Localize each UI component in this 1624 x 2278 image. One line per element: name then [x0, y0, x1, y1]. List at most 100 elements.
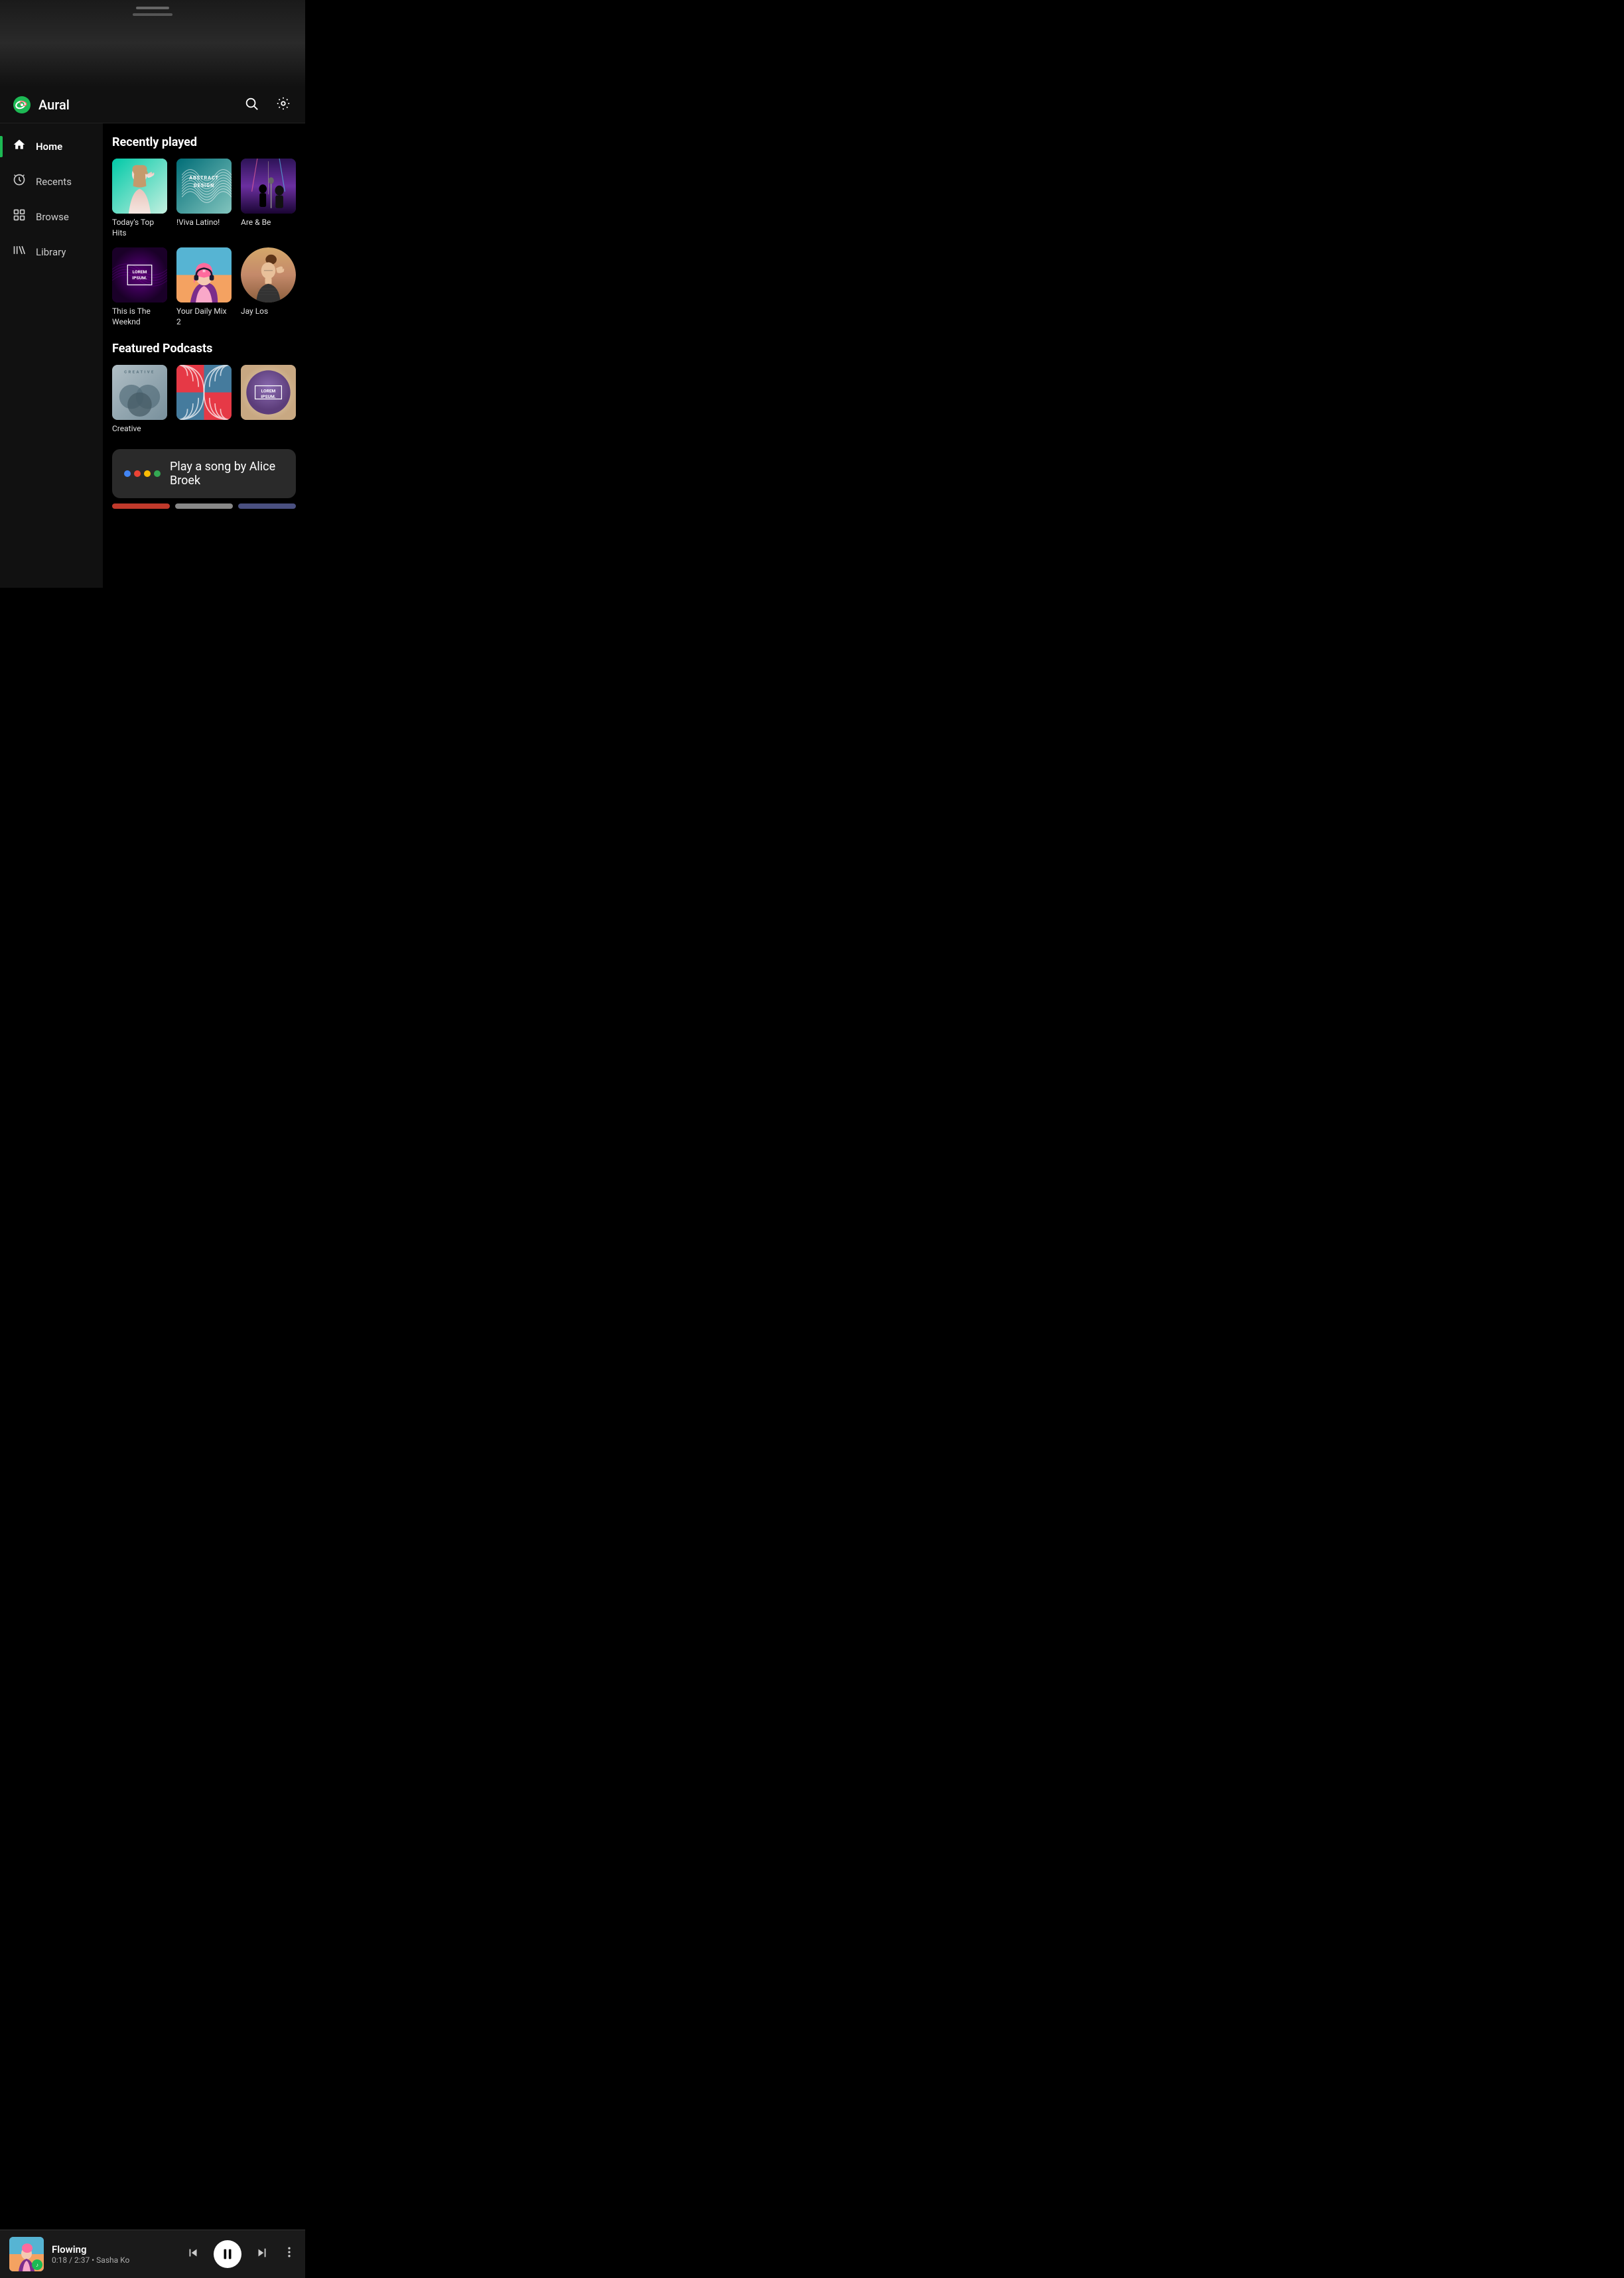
- svg-text:LOREM: LOREM: [133, 269, 147, 275]
- featured-podcasts-section: Featured Podcasts: [112, 342, 296, 435]
- tth-artwork: [112, 159, 167, 214]
- album-cover-jay: [241, 247, 296, 302]
- app-logo: Aural: [12, 95, 241, 115]
- app-logo-icon: [12, 95, 32, 115]
- skip-back-icon: [186, 2245, 200, 2260]
- podcast-cover-2: [176, 365, 232, 420]
- album-item-tth[interactable]: Today's Top Hits: [112, 159, 167, 238]
- pod1-artwork: CREATIVE: [112, 365, 167, 420]
- sidebar-item-browse[interactable]: Browse: [0, 199, 103, 234]
- album-item-vl[interactable]: ABSTRACT DESIGN !Viva Latino!: [176, 159, 232, 238]
- bottom-tab-bar: [112, 503, 296, 509]
- recently-played-grid: Today's Top Hits: [112, 159, 296, 327]
- pod3-artwork: LOREM IPSUM.: [241, 365, 296, 420]
- pod2-artwork: [176, 365, 232, 420]
- podcast-item-2[interactable]: [176, 365, 232, 435]
- sidebar-item-label-library: Library: [36, 246, 66, 258]
- podcast-cover-1: CREATIVE: [112, 365, 167, 420]
- gear-icon: [276, 96, 291, 111]
- album-label-vl: !Viva Latino!: [176, 218, 232, 228]
- album-label-tth: Today's Top Hits: [112, 218, 167, 238]
- vl-artwork: ABSTRACT DESIGN: [176, 159, 232, 214]
- now-playing-meta: 0:18 / 2:37 • Sasha Ko: [52, 2255, 175, 2265]
- more-vertical-icon: [283, 2245, 296, 2259]
- sidebar: Home Recents Browse: [0, 123, 103, 588]
- album-label-ydm: Your Daily Mix 2: [176, 306, 232, 327]
- now-playing-bar: ♪ Flowing 0:18 / 2:37 • Sasha Ko: [0, 2230, 305, 2278]
- sidebar-item-library[interactable]: Library: [0, 234, 103, 269]
- assistant-dot-red: [134, 470, 141, 477]
- recently-played-section: Recently played: [112, 135, 296, 327]
- content-area: Recently played: [103, 123, 305, 588]
- svg-text:H: H: [202, 270, 205, 274]
- now-playing-title: Flowing: [52, 2244, 175, 2255]
- now-playing-info: Flowing 0:18 / 2:37 • Sasha Ko: [52, 2244, 175, 2265]
- featured-podcasts-grid: CREATIVE Creative: [112, 365, 296, 435]
- svg-text:LOREM: LOREM: [261, 389, 276, 394]
- app-header: Aural: [0, 86, 305, 123]
- sidebar-item-home[interactable]: Home: [0, 129, 103, 164]
- weeknd-artwork: LOREM IPSUM.: [112, 247, 167, 302]
- assistant-dots: [124, 470, 161, 477]
- now-playing-controls: [183, 2240, 296, 2268]
- album-cover-ab: [241, 159, 296, 214]
- album-item-weeknd[interactable]: LOREM IPSUM. This is The Weeknd: [112, 247, 167, 327]
- sidebar-item-label-recents: Recents: [36, 176, 72, 188]
- recently-played-title: Recently played: [112, 135, 296, 149]
- assistant-dot-blue: [124, 470, 131, 477]
- now-playing-album-art: ♪: [9, 2237, 44, 2271]
- skip-back-button[interactable]: [183, 2243, 203, 2266]
- home-icon: [12, 138, 27, 155]
- drag-handle: [136, 7, 169, 9]
- np-album-badge: ♪: [32, 2259, 42, 2270]
- top-background: [0, 0, 305, 86]
- album-cover-tth: [112, 159, 167, 214]
- album-label-jay: Jay Los: [241, 306, 296, 317]
- pause-icon: [220, 2247, 235, 2261]
- album-label-weeknd: This is The Weeknd: [112, 306, 167, 327]
- assistant-prompt-text: Play a song by Alice Broek: [170, 460, 284, 488]
- podcast-item-3[interactable]: LOREM IPSUM.: [241, 365, 296, 435]
- main-layout: Home Recents Browse: [0, 123, 305, 588]
- library-icon: [12, 243, 27, 260]
- sidebar-item-label-browse: Browse: [36, 211, 69, 223]
- album-cover-vl: ABSTRACT DESIGN: [176, 159, 232, 214]
- search-button[interactable]: [241, 94, 261, 115]
- sidebar-item-recents[interactable]: Recents: [0, 164, 103, 199]
- svg-text:DESIGN: DESIGN: [194, 182, 214, 188]
- bottom-tab-blue: [238, 503, 296, 509]
- bottom-tab-grey: [175, 503, 233, 509]
- svg-text:CREATIVE: CREATIVE: [124, 371, 155, 375]
- header-actions: [241, 94, 293, 115]
- album-cover-ydm: H: [176, 247, 232, 302]
- ab-artwork: [241, 159, 296, 214]
- ydm-artwork: H: [176, 247, 232, 302]
- more-options-button[interactable]: [283, 2245, 296, 2263]
- album-label-ab: Are & Be: [241, 218, 296, 228]
- recents-icon: [12, 173, 27, 190]
- album-item-jay[interactable]: Jay Los: [241, 247, 296, 327]
- podcast-label-1: Creative: [112, 424, 167, 435]
- app-title: Aural: [38, 97, 70, 113]
- svg-text:IPSUM.: IPSUM.: [261, 394, 275, 399]
- podcast-item-1[interactable]: CREATIVE Creative: [112, 365, 167, 435]
- settings-button[interactable]: [273, 94, 293, 115]
- sidebar-item-label-home: Home: [36, 141, 62, 153]
- assistant-dot-green: [154, 470, 161, 477]
- featured-podcasts-title: Featured Podcasts: [112, 342, 296, 356]
- assistant-dot-yellow: [144, 470, 151, 477]
- bottom-tab-red: [112, 503, 170, 509]
- album-item-ab[interactable]: Are & Be: [241, 159, 296, 238]
- svg-text:IPSUM.: IPSUM.: [132, 275, 147, 281]
- assistant-bar[interactable]: Play a song by Alice Broek: [112, 449, 296, 498]
- svg-text:ABSTRACT: ABSTRACT: [189, 175, 219, 181]
- skip-forward-button[interactable]: [252, 2243, 272, 2266]
- search-icon: [244, 96, 259, 111]
- browse-icon: [12, 208, 27, 225]
- jay-artwork: [241, 247, 296, 302]
- skip-forward-icon: [255, 2245, 269, 2260]
- podcast-cover-3: LOREM IPSUM.: [241, 365, 296, 420]
- album-item-ydm[interactable]: H Your Daily Mix 2: [176, 247, 232, 327]
- album-cover-weeknd: LOREM IPSUM.: [112, 247, 167, 302]
- pause-button[interactable]: [214, 2240, 241, 2268]
